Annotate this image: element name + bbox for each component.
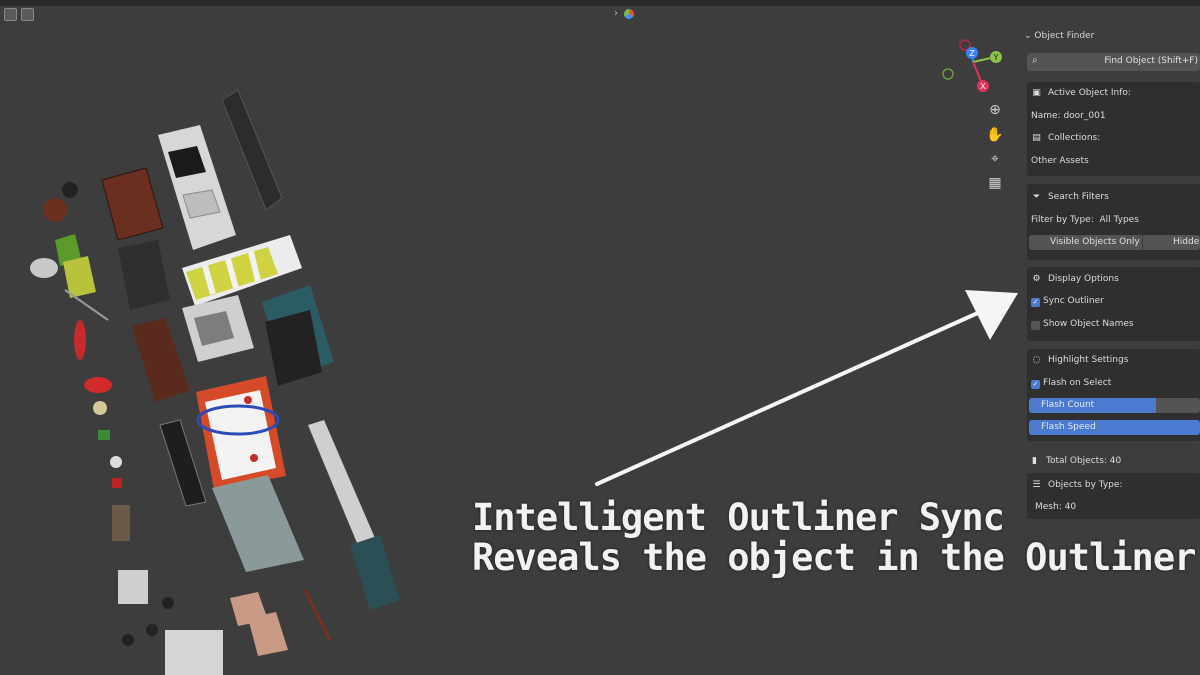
caption-line-2: Reveals the object in the Outliner: [472, 536, 1196, 579]
caption-line-1: Intelligent Outliner Sync: [472, 496, 1005, 539]
